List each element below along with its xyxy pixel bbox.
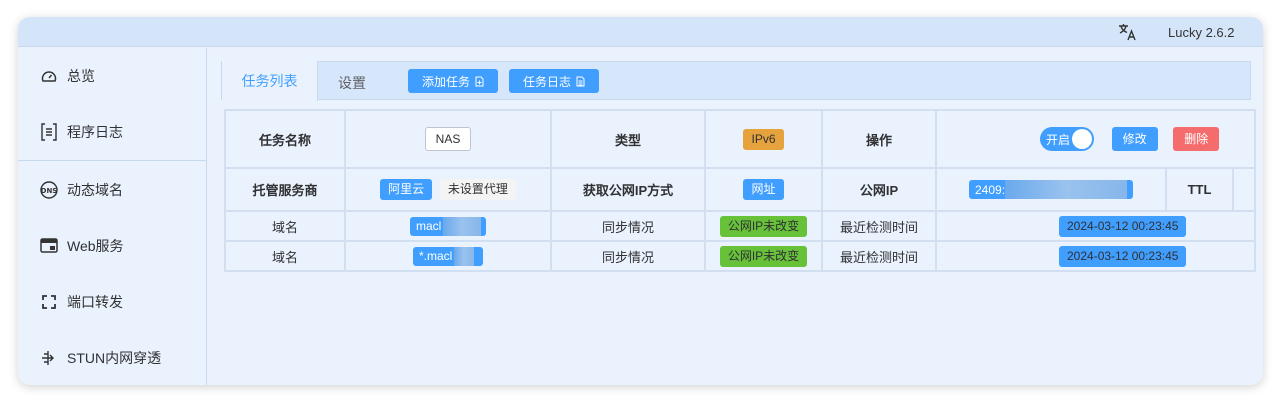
ip-method-header: 获取公网IP方式 bbox=[550, 167, 706, 212]
task-name-header: 任务名称 bbox=[224, 109, 346, 169]
app-window: Lucky 2.6.2 总览 程序日志 DNS 动态域名 Web服务 端口转发 … bbox=[18, 17, 1263, 385]
task-log-label: 任务日志 bbox=[522, 74, 571, 89]
domain-label: 域名 bbox=[224, 240, 346, 272]
public-ip-cell: 2409: bbox=[935, 167, 1167, 212]
sidebar-item-web[interactable]: Web服务 bbox=[18, 218, 207, 274]
enable-switch[interactable]: 开启 bbox=[1040, 127, 1094, 151]
sync-cell: 公网IP未改变 bbox=[704, 240, 823, 272]
operation-cell: 开启 修改 删除 bbox=[934, 109, 1257, 169]
svg-text:DNS: DNS bbox=[41, 187, 58, 195]
check-time-label: 最近检测时间 bbox=[821, 210, 937, 242]
redacted-blur bbox=[443, 216, 482, 236]
port-forward-icon bbox=[40, 293, 58, 311]
sidebar-item-ddns[interactable]: DNS 动态域名 bbox=[18, 162, 207, 218]
sidebar-item-stun[interactable]: STUN内网穿透 bbox=[18, 330, 207, 385]
version-label: Lucky 2.6.2 bbox=[1168, 25, 1235, 40]
type-header: 类型 bbox=[550, 109, 706, 169]
table-row: 托管服务商 阿里云 未设置代理 获取公网IP方式 网址 公网IP 2409: T… bbox=[224, 167, 1257, 212]
sidebar-item-label: 总览 bbox=[67, 68, 95, 84]
public-ip-tag: 2409: bbox=[969, 180, 1133, 199]
check-time-tag: 2024-03-12 00:23:45 bbox=[1059, 245, 1187, 267]
redacted-blur bbox=[1005, 180, 1128, 199]
check-time-cell: 2024-03-12 00:23:45 bbox=[934, 210, 1257, 242]
sidebar-item-label: Web服务 bbox=[67, 238, 124, 254]
task-name-cell: NAS bbox=[344, 109, 552, 169]
web-icon bbox=[40, 237, 58, 255]
ip-method-cell: 网址 bbox=[704, 167, 823, 212]
sidebar-item-logs[interactable]: 程序日志 bbox=[18, 104, 207, 160]
stun-icon bbox=[40, 349, 58, 367]
log-icon bbox=[40, 123, 58, 141]
sidebar-item-label: 程序日志 bbox=[67, 124, 123, 140]
task-name-tag: NAS bbox=[424, 127, 472, 151]
tab-bar: 任务列表 设置 添加任务 任务日志 bbox=[221, 61, 1251, 101]
sync-label: 同步情况 bbox=[550, 210, 706, 242]
add-task-label: 添加任务 bbox=[421, 74, 470, 89]
provider-tag: 阿里云 bbox=[380, 179, 433, 200]
redacted-blur bbox=[454, 246, 475, 266]
ip-method-tag: 网址 bbox=[743, 179, 784, 200]
check-time-tag: 2024-03-12 00:23:45 bbox=[1059, 215, 1187, 237]
domain-cell: *.macl bbox=[344, 240, 552, 272]
sync-label: 同步情况 bbox=[550, 240, 706, 272]
sync-status-tag: 公网IP未改变 bbox=[719, 245, 808, 267]
translate-icon[interactable] bbox=[1118, 23, 1138, 41]
type-cell: IPv6 bbox=[704, 109, 823, 169]
ttl-cell bbox=[1231, 167, 1257, 212]
table-row: 任务名称 NAS 类型 IPv6 操作 开启 修改 删除 bbox=[224, 109, 1257, 169]
proxy-tag: 未设置代理 bbox=[439, 179, 516, 200]
switch-knob bbox=[1072, 129, 1092, 149]
edit-button[interactable]: 修改 bbox=[1111, 127, 1158, 151]
sidebar-item-label: 动态域名 bbox=[67, 182, 123, 198]
dns-icon: DNS bbox=[40, 181, 58, 199]
operation-header: 操作 bbox=[821, 109, 937, 169]
task-log-button[interactable]: 任务日志 bbox=[509, 69, 599, 93]
sidebar-item-label: 端口转发 bbox=[67, 294, 123, 310]
table-row: 域名 macl 同步情况 公网IP未改变 最近检测时间 2024-03-12 0… bbox=[224, 210, 1257, 242]
sync-status-tag: 公网IP未改变 bbox=[719, 215, 808, 237]
public-ip-header: 公网IP bbox=[821, 167, 937, 212]
delete-button[interactable]: 删除 bbox=[1173, 127, 1220, 151]
domain-label: 域名 bbox=[224, 210, 346, 242]
provider-cell: 阿里云 未设置代理 bbox=[344, 167, 552, 212]
file-text-icon bbox=[576, 76, 585, 86]
sidebar: 总览 程序日志 DNS 动态域名 Web服务 端口转发 STUN内网穿透 bbox=[18, 48, 207, 385]
check-time-label: 最近检测时间 bbox=[821, 240, 937, 272]
switch-label: 开启 bbox=[1046, 132, 1071, 147]
domain-value: *.macl bbox=[419, 249, 453, 263]
check-time-cell: 2024-03-12 00:23:45 bbox=[934, 240, 1257, 272]
file-add-icon bbox=[475, 76, 484, 86]
domain-value: macl bbox=[416, 219, 442, 233]
ttl-header: TTL bbox=[1165, 167, 1234, 212]
provider-header: 托管服务商 bbox=[224, 167, 346, 212]
table-row: 域名 *.macl 同步情况 公网IP未改变 最近检测时间 2024-03-12… bbox=[224, 240, 1257, 272]
domain-tag: *.macl bbox=[413, 246, 483, 266]
add-task-button[interactable]: 添加任务 bbox=[408, 69, 498, 93]
sidebar-item-label: STUN内网穿透 bbox=[67, 350, 162, 366]
domain-tag: macl bbox=[410, 216, 486, 236]
public-ip-value: 2409: bbox=[975, 182, 1006, 197]
top-bar: Lucky 2.6.2 bbox=[18, 17, 1263, 47]
sidebar-divider bbox=[18, 160, 207, 161]
task-table: 任务名称 NAS 类型 IPv6 操作 开启 修改 删除 托管服务商 阿里云 未… bbox=[224, 109, 1257, 272]
dashboard-icon bbox=[40, 67, 58, 85]
sidebar-item-port-forward[interactable]: 端口转发 bbox=[18, 274, 207, 330]
sidebar-item-overview[interactable]: 总览 bbox=[18, 48, 207, 104]
tab-task-list[interactable]: 任务列表 bbox=[222, 61, 318, 101]
sync-cell: 公网IP未改变 bbox=[704, 210, 823, 242]
domain-cell: macl bbox=[344, 210, 552, 242]
tab-settings[interactable]: 设置 bbox=[338, 73, 366, 93]
type-tag: IPv6 bbox=[743, 128, 784, 150]
